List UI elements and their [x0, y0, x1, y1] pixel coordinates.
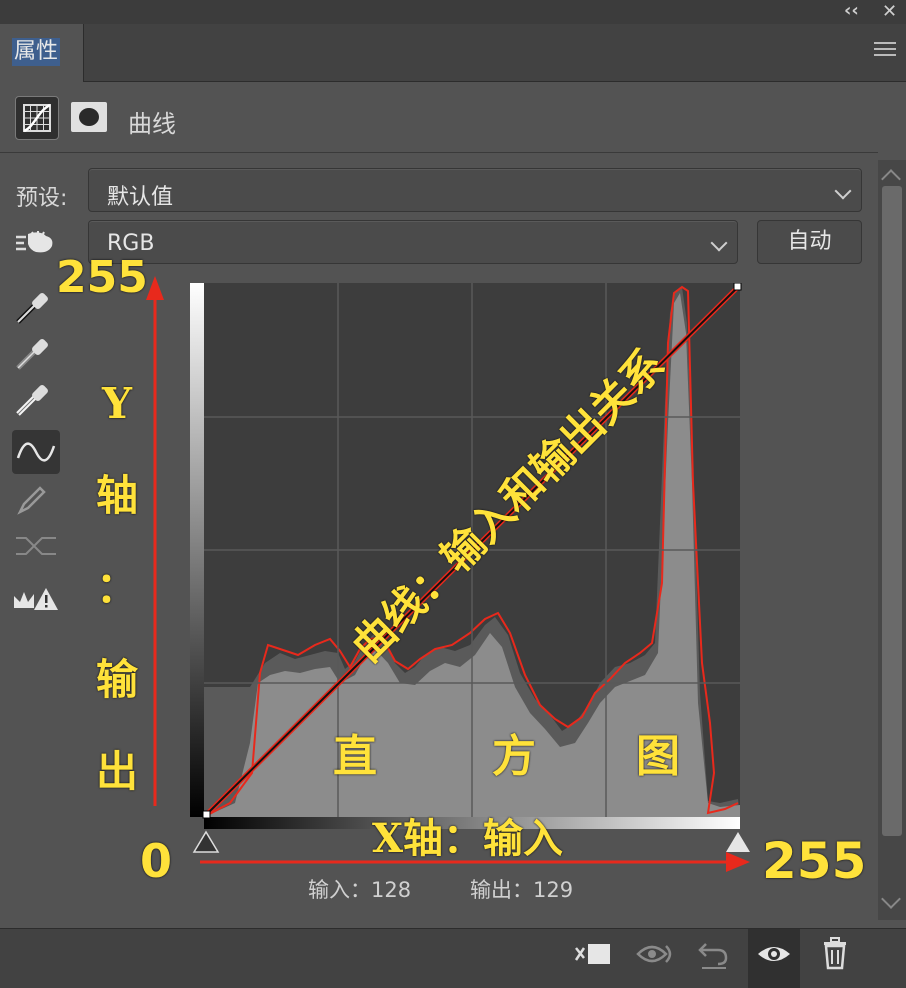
scrollbar-thumb[interactable] — [882, 186, 902, 836]
tab-label: 属性 — [12, 38, 61, 66]
x-max-annotation: 255 — [762, 832, 867, 890]
layer-mask-icon[interactable] — [70, 100, 108, 134]
y-axis-char: Y — [102, 379, 132, 428]
reset-icon[interactable] — [696, 936, 732, 976]
chevron-down-icon — [834, 182, 852, 200]
input-value: 输入：128 — [308, 878, 412, 902]
panel-top-strip: ‹‹ ✕ — [0, 0, 906, 24]
collapse-icon[interactable]: ‹‹ — [844, 0, 859, 21]
y-axis-char: 输 — [95, 655, 138, 704]
tab-bar — [0, 24, 906, 82]
close-icon[interactable]: ✕ — [882, 1, 897, 22]
pencil-icon[interactable] — [12, 480, 60, 520]
white-point-handle[interactable] — [733, 283, 742, 291]
auto-button[interactable]: 自动 — [757, 220, 862, 264]
output-gradient-bar — [190, 283, 204, 817]
black-point-eyedropper-icon[interactable] — [12, 288, 60, 328]
x-axis-annotation: X轴：输入 — [372, 815, 564, 862]
output-value: 输出：129 — [470, 878, 574, 902]
origin-annotation: 0 — [140, 834, 173, 888]
black-point-handle[interactable] — [202, 810, 211, 819]
histogram-annotation-char: 直 — [333, 731, 377, 782]
tab-properties[interactable]: 属性 — [0, 24, 84, 82]
clip-to-layer-icon[interactable] — [572, 938, 614, 976]
channel-dropdown[interactable]: RGB — [88, 220, 738, 264]
preset-label: 预设: — [16, 186, 68, 211]
y-axis-char: ： — [95, 563, 138, 612]
gray-point-eyedropper-icon[interactable] — [12, 334, 60, 374]
visibility-eye-icon[interactable] — [756, 940, 792, 972]
y-axis-char: 出 — [95, 747, 138, 796]
curve-edit-icon[interactable] — [12, 430, 60, 474]
y-axis-char: 轴 — [95, 471, 138, 520]
target-adjustment-hand-icon[interactable] — [14, 228, 58, 258]
y-axis-annotation: Y 轴 ： 输 出 — [92, 358, 142, 818]
view-previous-state-icon[interactable] — [634, 938, 676, 976]
header-divider — [0, 152, 878, 153]
panel-menu-icon[interactable] — [874, 42, 896, 58]
white-point-eyedropper-icon[interactable] — [12, 380, 60, 420]
y-max-annotation: 255 — [56, 252, 148, 303]
preset-value: 默认值 — [107, 185, 174, 210]
chevron-down-icon — [710, 234, 728, 252]
clipping-warning-icon[interactable] — [12, 584, 60, 624]
delete-trash-icon[interactable] — [820, 936, 850, 974]
y-axis-arrow — [146, 276, 164, 806]
histogram-annotation-char: 图 — [636, 731, 680, 782]
histogram-annotation-char: 方 — [492, 731, 536, 782]
curves-adjustment-icon[interactable] — [15, 96, 59, 140]
smooth-curve-icon[interactable] — [12, 528, 60, 568]
panel-title: 曲线 — [128, 110, 176, 138]
preset-dropdown[interactable]: 默认值 — [88, 168, 862, 212]
